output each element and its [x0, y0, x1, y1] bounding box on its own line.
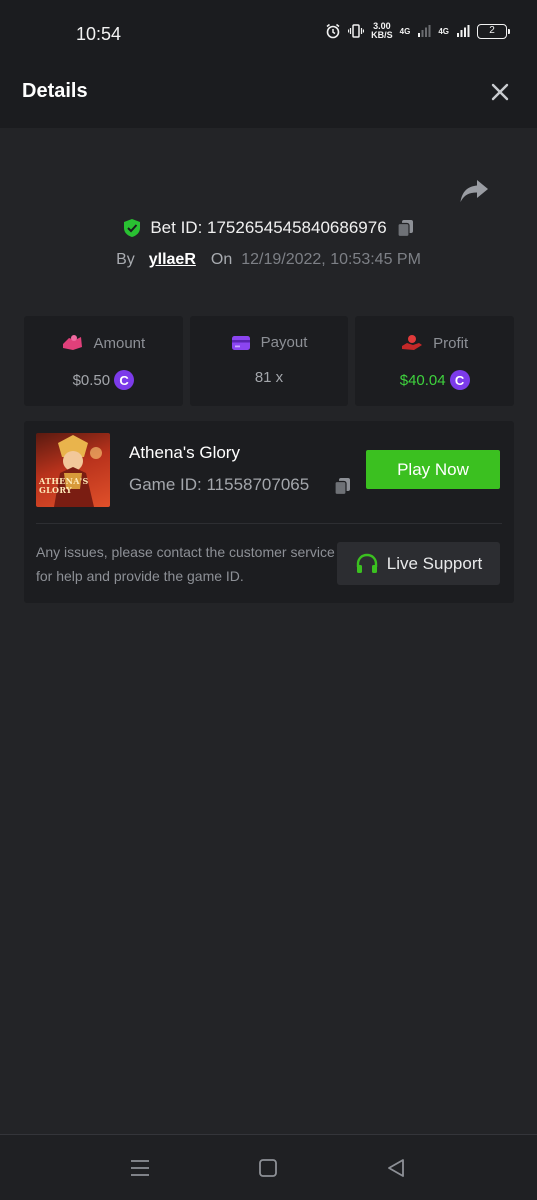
back-icon[interactable] [384, 1156, 408, 1180]
vibrate-icon [348, 24, 365, 38]
bet-id: Bet ID: 1752654545840686976 [150, 218, 387, 237]
play-now-button[interactable]: Play Now [366, 450, 500, 489]
system-nav-bar [0, 1134, 537, 1200]
game-name: Athena's Glory [129, 443, 240, 462]
stat-label: Profit [433, 334, 469, 352]
wallet-hand-icon [63, 335, 83, 350]
game-thumbnail[interactable]: ATHENA'S GLORY [36, 433, 110, 507]
status-bar: 10:54 3.00 KB/S 4G 4G 2 [0, 0, 537, 54]
stat-amount: Amount $0.50 C [24, 316, 183, 406]
bet-owner-row: By yllaeR On 12/19/2022, 10:53:45 PM [0, 248, 537, 272]
stat-value: $40.04 [399, 371, 446, 389]
thumbnail-title: ATHENA'S GLORY [39, 476, 89, 495]
stat-label: Amount [93, 334, 146, 352]
network-type-1: 4G [399, 26, 411, 36]
stat-label: Payout [260, 334, 308, 351]
divider [36, 523, 502, 524]
alarm-icon [326, 23, 340, 39]
close-icon[interactable] [489, 81, 511, 103]
headset-icon [356, 553, 377, 573]
signal-2-icon [457, 25, 470, 37]
status-time: 10:54 [76, 24, 122, 44]
coin-icon: C [114, 370, 135, 390]
share-icon[interactable] [459, 178, 489, 204]
live-support-button[interactable]: Live Support [337, 542, 500, 585]
by-label: By [116, 251, 135, 268]
details-header: Details [0, 54, 537, 128]
status-icons: 3.00 KB/S 4G 4G 2 [325, 22, 510, 40]
net-speed-unit: KB/S [371, 30, 393, 40]
game-card: ATHENA'S GLORY Athena's Glory Game ID: 1… [24, 421, 514, 603]
stat-payout: Payout 81 x [189, 316, 349, 406]
money-hand-icon [402, 335, 423, 350]
network-type-2: 4G [438, 26, 449, 36]
home-icon[interactable] [256, 1156, 280, 1180]
card-icon [231, 335, 250, 350]
stat-value: $0.50 [72, 371, 111, 389]
live-support-label: Live Support [386, 553, 483, 573]
copy-bet-id-icon[interactable] [395, 218, 415, 238]
bet-id-row: Bet ID: 1752654545840686976 [0, 214, 537, 242]
battery-icon: 2 [477, 23, 510, 39]
bet-datetime: 12/19/2022, 10:53:45 PM [241, 251, 421, 268]
game-id: Game ID: 11558707065 [129, 475, 310, 494]
bet-stats: Amount $0.50 C Payout 81 x Profit $40.04… [24, 316, 515, 406]
on-label: On [210, 251, 233, 268]
page-title: Details [22, 80, 88, 102]
copy-game-id-icon[interactable] [332, 476, 352, 496]
support-note: Any issues, please contact the customer … [36, 544, 335, 584]
verified-shield-icon [124, 219, 141, 237]
menu-icon[interactable] [128, 1156, 152, 1180]
net-speed: 3.00 KB/S [371, 22, 393, 40]
username-link[interactable]: yllaeR [149, 251, 196, 269]
stat-profit: Profit $40.04 C [355, 316, 515, 406]
coin-icon: C [449, 370, 470, 390]
athena-art [54, 435, 102, 507]
stat-value: 81 x [254, 369, 284, 386]
signal-1-icon [418, 25, 431, 37]
